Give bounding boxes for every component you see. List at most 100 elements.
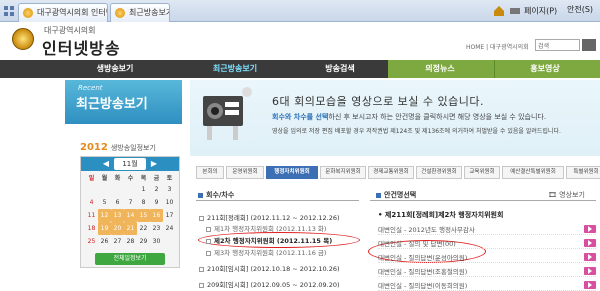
view-video-label: 영상보기: [559, 191, 585, 199]
committee-tab[interactable]: 본회의: [196, 166, 224, 179]
full-schedule-button[interactable]: 전체일정보기: [95, 253, 165, 265]
browser-tab-2-label: 최근방송보기: [129, 8, 170, 17]
browser-safety-menu[interactable]: 안전(S): [567, 4, 593, 15]
agenda-item[interactable]: 대변인실 - 질의답변(조홍철의원): [378, 266, 596, 277]
committee-tab[interactable]: 운영위원회: [226, 166, 264, 179]
committee-tab[interactable]: 교육위원회: [464, 166, 500, 179]
favicon-icon: [23, 8, 33, 18]
committee-tab[interactable]: 건설환경위원회: [416, 166, 462, 179]
calendar-day[interactable]: 15: [137, 209, 150, 222]
calendar-day[interactable]: 3: [163, 183, 176, 196]
video-play-icon[interactable]: [584, 253, 596, 261]
calendar-day[interactable]: 21: [124, 222, 137, 235]
calendar-day[interactable]: 19: [98, 222, 111, 235]
agenda-item[interactable]: 대변인실 - 질의답변(이동희의원): [378, 280, 596, 291]
calendar-day[interactable]: 24: [163, 222, 176, 235]
calendar-day[interactable]: 16: [150, 209, 163, 222]
agenda-item[interactable]: 대변인실 - 질의 및 답변(00): [378, 238, 596, 249]
bullet-icon: [198, 192, 203, 198]
calendar-day[interactable]: 23: [150, 222, 163, 235]
calendar-day[interactable]: 12: [98, 209, 111, 222]
print-icon[interactable]: [508, 4, 522, 18]
committee-tab[interactable]: 행정자치위원회: [266, 166, 318, 179]
page-menu-label: 페이지(P): [524, 6, 558, 16]
agenda-item-label: 대변인실 - 질의답변(윤성아의원): [378, 254, 468, 262]
video-play-icon[interactable]: [584, 225, 596, 233]
browser-tab-1[interactable]: 대구광역시의회 인터넷방송 ...: [18, 3, 108, 22]
calendar-day[interactable]: 25: [85, 235, 98, 248]
tab-grip-icon[interactable]: [2, 3, 16, 19]
session-item[interactable]: 211회[정례회] (2012.11.12 ~ 2012.12.26): [199, 212, 340, 222]
next-month-icon[interactable]: ▶: [149, 159, 159, 169]
agenda-item[interactable]: 대변인실 - 2012년도 행정사무감사: [378, 224, 596, 235]
session-label: 제3차 행정자치위원회 (2012.11.16 금): [214, 249, 327, 257]
calendar-day[interactable]: 18: [85, 222, 98, 235]
browser-page-menu[interactable]: 페이지(P): [492, 4, 557, 18]
calendar-day[interactable]: 29: [137, 235, 150, 248]
nav-search[interactable]: 방송검색: [300, 60, 380, 78]
agenda-item[interactable]: 대변인실 - 질의답변(윤성아의원): [378, 252, 596, 263]
session-sub-item[interactable]: 제2차 행정자치위원회 (2012.11.15 목): [206, 235, 332, 245]
weekday-label: 목: [140, 175, 147, 182]
video-play-icon[interactable]: [584, 267, 596, 275]
sessions-divider: [196, 200, 359, 201]
search-input[interactable]: 검색: [535, 39, 580, 51]
session-item[interactable]: 210회[임시회] (2012.10.18 ~ 2012.10.26): [199, 263, 340, 273]
banner-line1: 회수와 차수를 선택하신 후 보시고자 하는 안건명을 클릭하시면 해당 영상을…: [272, 112, 546, 122]
calendar-day[interactable]: 17: [163, 209, 176, 222]
weekday-label: 화: [114, 175, 121, 182]
calendar-day[interactable]: 27: [111, 235, 124, 248]
committee-tab[interactable]: 예산결산특별위원회: [502, 166, 564, 179]
calendar-label: 생방송일정보기: [110, 144, 156, 152]
prev-month-icon[interactable]: ◀: [101, 159, 111, 169]
site-title[interactable]: 인터넷방송: [42, 35, 121, 59]
film-camera-icon: [195, 82, 255, 142]
video-play-icon[interactable]: [584, 281, 596, 289]
calendar-day[interactable]: 1: [137, 183, 150, 196]
committee-tab[interactable]: 문화복지위원회: [320, 166, 366, 179]
video-view-icon: 🎞: [548, 191, 557, 199]
calendar-day[interactable]: 20: [111, 222, 124, 235]
calendar-day[interactable]: 11: [85, 209, 98, 222]
session-label: 209회[임시회] (2012.09.05 ~ 2012.09.20): [207, 281, 340, 289]
calendar-day[interactable]: 13: [111, 209, 124, 222]
calendar-day[interactable]: 7: [124, 196, 137, 209]
calendar-day[interactable]: 28: [124, 235, 137, 248]
nav-news[interactable]: 의정뉴스: [400, 60, 480, 78]
calendar-month[interactable]: 11월: [114, 158, 146, 170]
home-icon[interactable]: [492, 4, 506, 18]
calendar-day[interactable]: 22: [137, 222, 150, 235]
calendar-day[interactable]: 14: [124, 209, 137, 222]
nav-live[interactable]: 생방송보기: [75, 60, 155, 78]
session-label: 211회[정례회] (2012.11.12 ~ 2012.12.26): [207, 214, 340, 222]
session-label: 제1차 행정자치위원회 (2012.11.13 화): [214, 225, 327, 233]
calendar-day[interactable]: 9: [150, 196, 163, 209]
nav-promo[interactable]: 홍보영상: [505, 60, 585, 78]
dash-bullet-icon: [206, 226, 211, 232]
calendar-day[interactable]: 6: [111, 196, 124, 209]
agenda-item-label: 대변인실 - 2012년도 행정사무감사: [378, 226, 475, 234]
search-button[interactable]: [582, 39, 596, 51]
council-seal-logo[interactable]: [12, 28, 34, 50]
committee-tab[interactable]: 특별위원회: [566, 166, 600, 179]
session-sub-item[interactable]: 제1차 행정자치위원회 (2012.11.13 화): [206, 223, 326, 233]
calendar-day[interactable]: 8: [137, 196, 150, 209]
browser-tab-bar: 대구광역시의회 인터넷방송 ... 최근방송보기× 페이지(P) 안전(S): [0, 0, 600, 22]
nav-recent[interactable]: 최근방송보기: [190, 60, 280, 78]
dash-bullet-icon: [206, 238, 211, 244]
calendar-day[interactable]: 10: [163, 196, 176, 209]
utility-links[interactable]: HOME | 대구광역시의회: [466, 42, 529, 51]
expand-icon: [199, 215, 204, 221]
view-video-link[interactable]: 🎞 영상보기: [548, 190, 585, 200]
video-play-icon[interactable]: [584, 239, 596, 247]
agenda-header: 안건명선택: [376, 190, 416, 200]
calendar-day[interactable]: 5: [98, 196, 111, 209]
calendar-day[interactable]: 4: [85, 196, 98, 209]
calendar-day[interactable]: 30: [150, 235, 163, 248]
calendar-day[interactable]: 26: [98, 235, 111, 248]
committee-tab[interactable]: 경제교통위원회: [368, 166, 414, 179]
session-item[interactable]: 209회[임시회] (2012.09.05 ~ 2012.09.20): [199, 279, 340, 289]
session-sub-item[interactable]: 제3차 행정자치위원회 (2012.11.16 금): [206, 247, 326, 257]
browser-tab-2[interactable]: 최근방송보기×: [110, 3, 170, 22]
calendar-day[interactable]: 2: [150, 183, 163, 196]
